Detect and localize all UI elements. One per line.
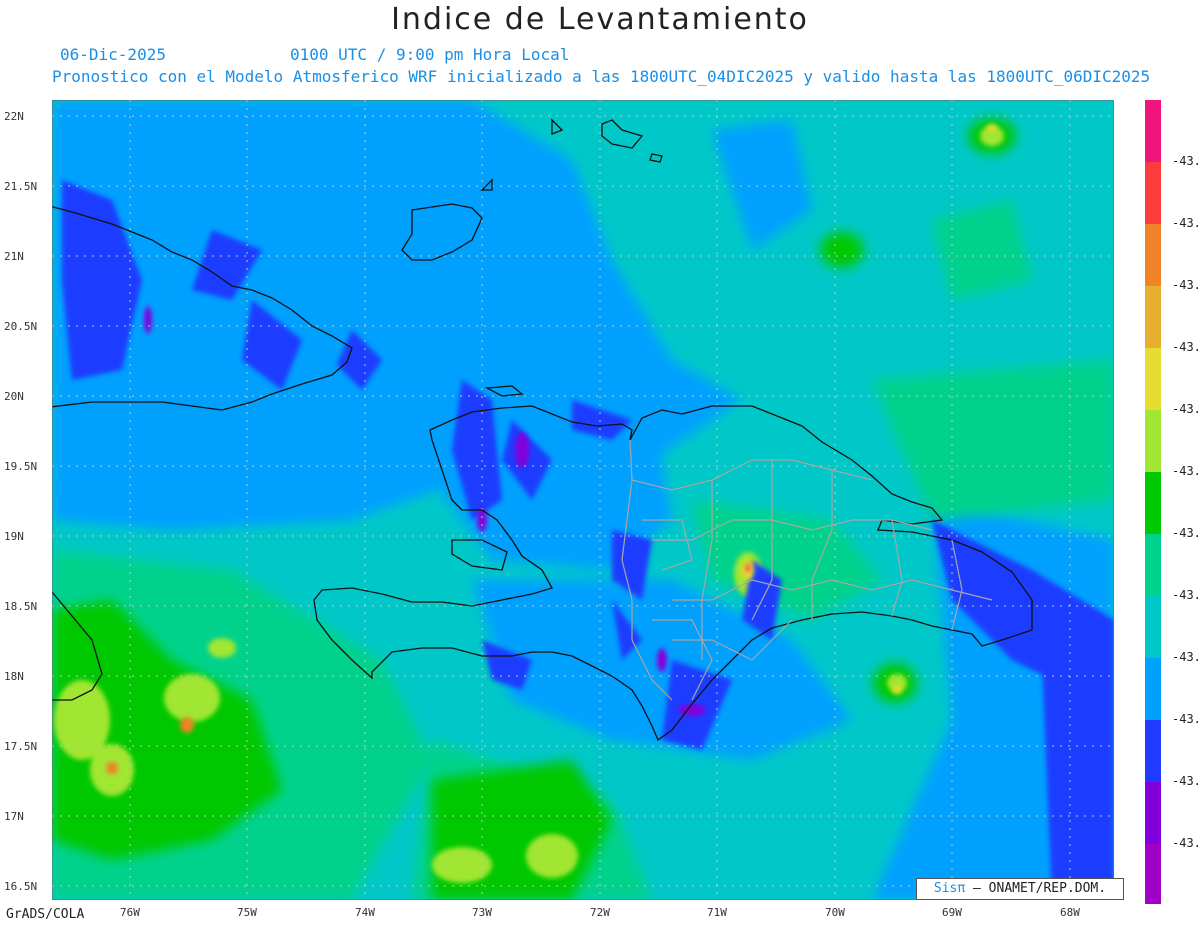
lat-tick-label: 18N	[4, 670, 24, 683]
forecast-time: 0100 UTC / 9:00 pm Hora Local	[290, 45, 570, 64]
colorbar-label: -43.2	[1172, 278, 1200, 292]
colorbar-label: -43.2	[1172, 216, 1200, 230]
colorbar-label: -43.5	[1172, 588, 1200, 602]
colorbar-label: -43.5	[1172, 650, 1200, 664]
lat-tick-label: 22N	[4, 110, 24, 123]
lat-tick-label: 20N	[4, 390, 24, 403]
colorbar-swatch	[1145, 224, 1161, 286]
lon-tick-label: 70W	[825, 906, 845, 919]
lon-tick-label: 68W	[1060, 906, 1080, 919]
colorbar-label: -43.1	[1172, 154, 1200, 168]
lat-tick-label: 16.5N	[4, 880, 38, 893]
sispi-logo: Sisπ	[933, 881, 966, 896]
lon-tick-label: 69W	[942, 906, 962, 919]
model-description: Pronostico con el Modelo Atmosferico WRF…	[52, 67, 1151, 86]
colorbar-label: -43.6	[1172, 774, 1200, 788]
colorbar-label: -43.4	[1172, 526, 1200, 540]
forecast-date: 06-Dic-2025	[60, 45, 166, 64]
colorbar-swatch	[1145, 596, 1161, 658]
colorbar-swatch	[1145, 782, 1161, 844]
lat-tick-label: 17.5N	[4, 740, 38, 753]
lon-tick-label: 72W	[590, 906, 610, 919]
colorbar-swatch	[1145, 100, 1161, 162]
colorbar-label: -43.3	[1172, 402, 1200, 416]
colorbar-swatch	[1145, 348, 1161, 410]
map-title: Indice de Levantamiento	[391, 2, 809, 37]
lon-tick-label: 71W	[707, 906, 727, 919]
lon-tick-label: 73W	[472, 906, 492, 919]
lat-tick-label: 17N	[4, 810, 24, 823]
credit-text: – ONAMET/REP.DOM.	[973, 881, 1107, 896]
colorbar-label: -43.3	[1172, 340, 1200, 354]
lat-tick-label: 19.5N	[4, 460, 38, 473]
colorbar-swatch	[1145, 720, 1161, 782]
lat-tick-label: 19N	[4, 530, 24, 543]
software-footer: GrADS/COLA	[6, 907, 85, 922]
colorbar-swatch	[1145, 472, 1161, 534]
lon-tick-label: 74W	[355, 906, 375, 919]
lifted-index-map	[52, 100, 1114, 900]
colorbar-swatch	[1145, 162, 1161, 224]
lat-tick-label: 20.5N	[4, 320, 38, 333]
lon-tick-label: 76W	[120, 906, 140, 919]
colorbar-swatch	[1145, 658, 1161, 720]
colorbar-swatch	[1145, 844, 1161, 904]
colorbar-label: -43.4	[1172, 464, 1200, 478]
lon-tick-label: 75W	[237, 906, 257, 919]
colorbar-label: -43.7	[1172, 836, 1200, 850]
credit-box: Sisπ – ONAMET/REP.DOM.	[916, 878, 1124, 900]
lat-tick-label: 21.5N	[4, 180, 38, 193]
colorbar-swatch	[1145, 286, 1161, 348]
colorbar-swatch	[1145, 534, 1161, 596]
lat-tick-label: 18.5N	[4, 600, 38, 613]
lat-tick-label: 21N	[4, 250, 24, 263]
colorbar-label: -43.6	[1172, 712, 1200, 726]
colorbar-swatch	[1145, 410, 1161, 472]
